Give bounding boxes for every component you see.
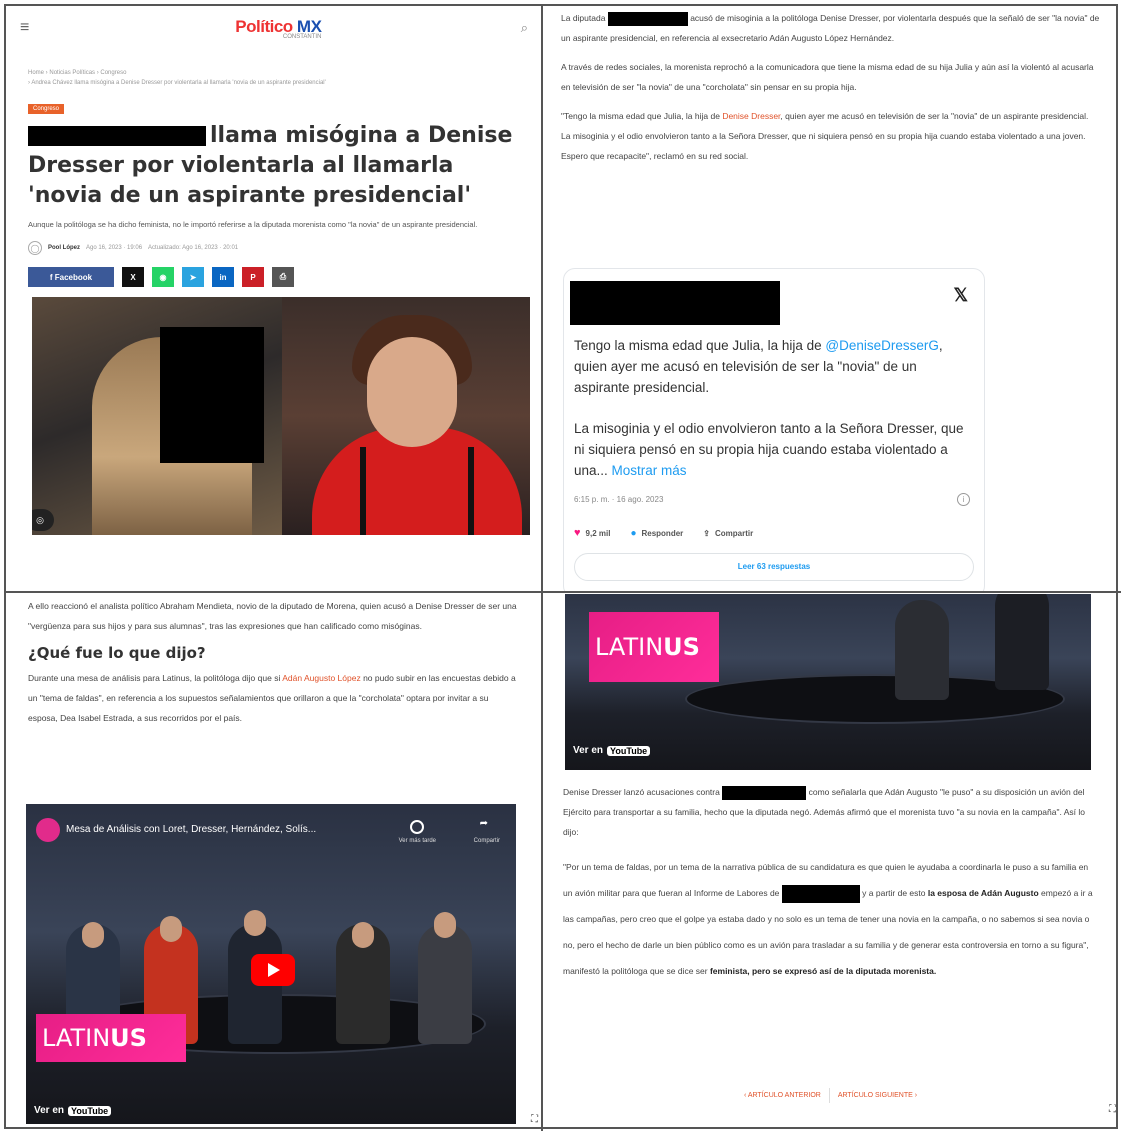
redaction-block	[160, 327, 264, 463]
read-replies-button[interactable]: Leer 63 respuestas	[574, 553, 974, 581]
share-icon[interactable]: ➦	[480, 818, 488, 829]
linkedin-share-button[interactable]: in	[212, 267, 234, 287]
author-name[interactable]: Pool López	[48, 245, 80, 251]
youtube-embed[interactable]: LATINUS Ver en YouTube	[565, 594, 1091, 770]
youtube-logo-icon: YouTube	[68, 1105, 112, 1116]
print-button[interactable]: ⎙	[272, 267, 294, 287]
share-label: Compartir	[473, 838, 500, 844]
camera-icon: ◎	[32, 509, 54, 531]
whatsapp-share-button[interactable]: ◉	[152, 267, 174, 287]
watch-later-label: Ver más tarde	[398, 838, 436, 844]
heart-icon: ♥	[574, 527, 581, 539]
show-more-link[interactable]: Mostrar más	[612, 463, 687, 478]
article-paragraph: Durante una mesa de análisis para Latinu…	[28, 673, 516, 723]
article-paragraph: "Tengo la misma edad que Julia, la hija …	[561, 111, 1089, 161]
play-button[interactable]	[251, 954, 295, 986]
info-icon[interactable]: i	[957, 493, 970, 506]
expand-icon[interactable]: ⛶	[1109, 1104, 1116, 1115]
hero-image: ◎	[32, 297, 530, 535]
redaction-block	[781, 884, 860, 903]
watch-later-icon[interactable]	[410, 820, 424, 834]
redaction-block	[607, 11, 688, 26]
article-section-panel: A ello reaccionó el analista político Ab…	[8, 594, 540, 1127]
redaction-block	[28, 126, 206, 146]
menu-icon[interactable]: ≡	[20, 19, 36, 37]
facebook-share-button[interactable]: f Facebook	[28, 267, 114, 287]
article-quote-panel: LATINUS Ver en YouTube Denise Dresser lan…	[543, 594, 1118, 1127]
section-heading: ¿Qué fue lo que dijo?	[28, 644, 206, 662]
pinterest-share-button[interactable]: P	[242, 267, 264, 287]
reply-button[interactable]: ● Responder	[630, 527, 683, 539]
embedded-tweet[interactable]: 𝕏 Tengo la misma edad que Julia, la hija…	[563, 268, 985, 591]
article-subhead: Aunque la politóloga se ha dicho feminis…	[28, 220, 478, 229]
breadcrumb: Home › Noticias Políticas › Congreso › A…	[28, 70, 326, 86]
reply-icon: ●	[630, 527, 637, 539]
panel-divider	[4, 591, 1121, 593]
youtube-logo-icon: YouTube	[607, 745, 651, 756]
published-date: Ago 16, 2023 · 19:06	[86, 245, 143, 251]
share-tweet-button[interactable]: ⇪ Compartir	[703, 527, 753, 539]
article-paragraph: A través de redes sociales, la morenista…	[561, 62, 1094, 92]
latinus-logo: LATINUS	[36, 1014, 186, 1062]
adan-augusto-link[interactable]: Adán Augusto López	[282, 673, 360, 683]
category-tag[interactable]: Congreso	[28, 104, 65, 114]
site-logo[interactable]: Político MX CONSTANTIN	[235, 17, 322, 40]
like-button[interactable]: ♥ 9,2 mil	[574, 527, 610, 539]
expand-icon[interactable]: ⛶	[531, 1114, 538, 1125]
panel-divider	[541, 4, 543, 1131]
dresser-link[interactable]: Denise Dresser	[722, 111, 780, 121]
updated-date: Actualizado: Ago 16, 2023 · 20:01	[148, 245, 239, 251]
watch-on-youtube-button[interactable]: Ver en YouTube	[573, 745, 651, 756]
page-title: llama misógina a Denise Dresser por viol…	[28, 123, 513, 208]
redaction-block	[570, 281, 780, 325]
article-navigation: ‹ ARTÍCULO ANTERIOR ARTÍCULO SIGUIENTE ›	[543, 1088, 1118, 1103]
youtube-embed[interactable]: Mesa de Análisis con Loret, Dresser, Her…	[26, 804, 516, 1124]
video-title[interactable]: Mesa de Análisis con Loret, Dresser, Her…	[66, 824, 316, 835]
latinus-logo: LATINUS	[589, 612, 719, 682]
article-byline: ◯ Pool López Ago 16, 2023 · 19:06 Actual…	[8, 231, 540, 255]
share-icon: ⇪	[703, 528, 710, 538]
x-logo-icon[interactable]: 𝕏	[953, 285, 968, 306]
redaction-block	[722, 785, 807, 800]
share-bar: f Facebook X ◉ ➤ in P ⎙	[8, 255, 540, 287]
x-share-button[interactable]: X	[122, 267, 144, 287]
tweet-timestamp[interactable]: 6:15 p. m. · 16 ago. 2023	[574, 495, 663, 504]
article-header-panel: ≡ Político MX CONSTANTIN ⌕ Home › Notici…	[8, 8, 540, 591]
channel-avatar[interactable]	[36, 818, 60, 842]
search-icon[interactable]: ⌕	[521, 20, 528, 36]
watch-on-youtube-button[interactable]: Ver en YouTube	[34, 1105, 112, 1116]
previous-article-link[interactable]: ‹ ARTÍCULO ANTERIOR	[736, 1088, 829, 1103]
article-paragraph: Denise Dresser lanzó acusaciones contra …	[563, 785, 1086, 837]
tweet-text: Tengo la misma edad que Julia, la hija d…	[574, 338, 964, 478]
telegram-share-button[interactable]: ➤	[182, 267, 204, 287]
breadcrumb-home[interactable]: Home	[28, 70, 44, 76]
author-avatar-icon[interactable]: ◯	[28, 241, 42, 255]
breadcrumb-current: › Andrea Chávez llama misógina a Denise …	[28, 80, 326, 86]
article-body-panel: La diputada acusó de misoginia a la poli…	[543, 8, 1118, 591]
next-article-link[interactable]: ARTÍCULO SIGUIENTE ›	[828, 1088, 926, 1103]
tweet-actions: ♥ 9,2 mil ● Responder ⇪ Compartir	[574, 527, 753, 539]
article-quote: "Por un tema de faldas, por un tema de l…	[563, 862, 1093, 976]
tweet-mention-link[interactable]: @DeniseDresserG	[825, 338, 938, 353]
breadcrumb-congreso[interactable]: Congreso	[100, 70, 126, 76]
breadcrumb-politica[interactable]: Noticias Políticas	[49, 70, 95, 76]
site-topbar: ≡ Político MX CONSTANTIN ⌕	[8, 8, 540, 48]
article-paragraph: A ello reaccionó el analista político Ab…	[28, 601, 517, 631]
article-paragraph: La diputada acusó de misoginia a la poli…	[561, 11, 1100, 43]
